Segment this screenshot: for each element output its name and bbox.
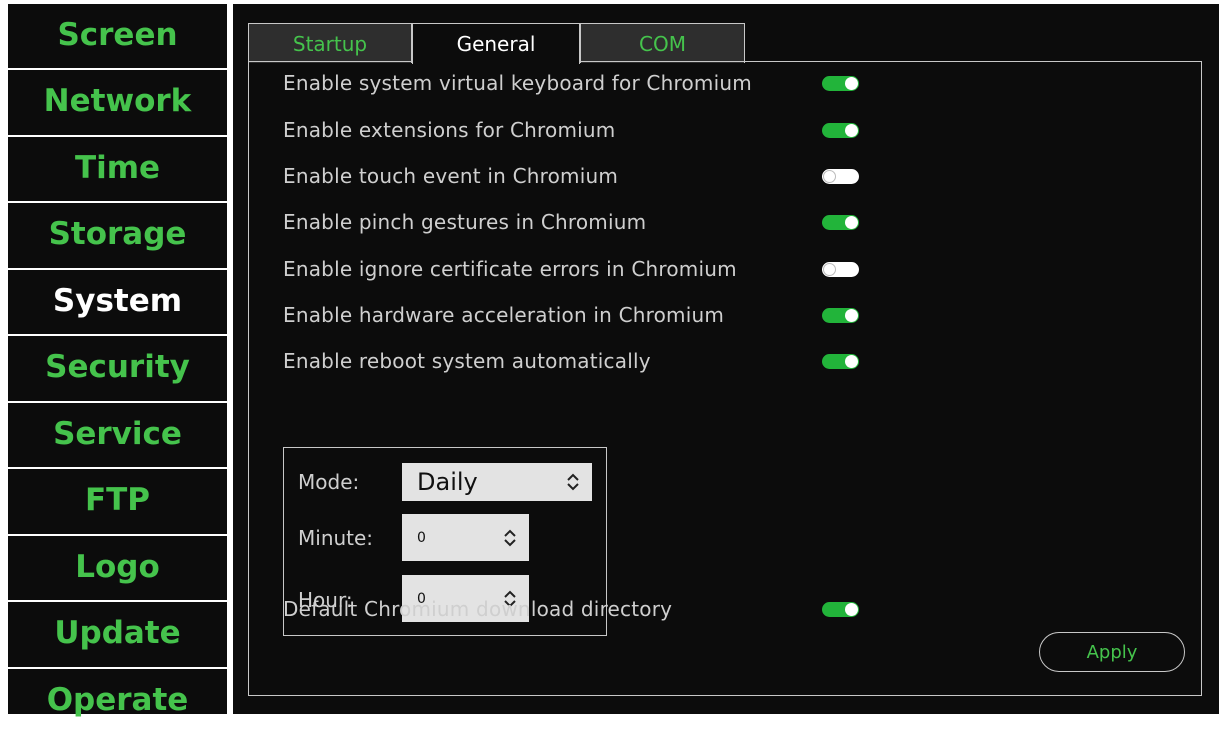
sidebar-item-service[interactable]: Service bbox=[8, 401, 227, 465]
sidebar-item-network[interactable]: Network bbox=[8, 68, 227, 132]
sidebar-item-time[interactable]: Time bbox=[8, 135, 227, 199]
sidebar-item-security[interactable]: Security bbox=[8, 334, 227, 398]
toggle-knob bbox=[845, 124, 858, 137]
updown-chevron-icon bbox=[562, 469, 584, 495]
option-label-hw-acceleration: Enable hardware acceleration in Chromium bbox=[283, 303, 725, 327]
updown-chevron-icon bbox=[499, 525, 521, 551]
mode-label: Mode: bbox=[298, 470, 360, 494]
sidebar-item-system[interactable]: System bbox=[8, 268, 227, 332]
toggle-knob bbox=[845, 216, 858, 229]
toggle-knob bbox=[845, 603, 858, 616]
option-label-pinch-gestures: Enable pinch gestures in Chromium bbox=[283, 210, 647, 234]
option-label-virtual-keyboard: Enable system virtual keyboard for Chrom… bbox=[283, 71, 752, 95]
minute-label: Minute: bbox=[298, 526, 374, 550]
toggle-virtual-keyboard[interactable] bbox=[822, 76, 859, 91]
toggle-touch-event[interactable] bbox=[822, 169, 859, 184]
toggle-knob bbox=[823, 263, 836, 276]
toggle-knob bbox=[845, 355, 858, 368]
minute-spinbox[interactable]: 0 bbox=[402, 514, 529, 561]
minute-value: 0 bbox=[417, 529, 426, 546]
apply-button[interactable]: Apply bbox=[1039, 632, 1185, 672]
sidebar-item-logo[interactable]: Logo bbox=[8, 534, 227, 598]
mode-value: Daily bbox=[417, 468, 478, 496]
option-label-auto-reboot: Enable reboot system automatically bbox=[283, 349, 651, 373]
sidebar-item-screen[interactable]: Screen bbox=[8, 2, 227, 66]
option-label-download-dir: Default Chromium download directory bbox=[283, 597, 673, 621]
toggle-knob bbox=[823, 170, 836, 183]
toggle-download-dir[interactable] bbox=[822, 602, 859, 617]
toggle-auto-reboot[interactable] bbox=[822, 354, 859, 369]
sidebar-item-storage[interactable]: Storage bbox=[8, 201, 227, 265]
toggle-knob bbox=[845, 77, 858, 90]
main-content: Startup General COM Enable system virtua… bbox=[233, 4, 1219, 714]
sidebar-item-ftp[interactable]: FTP bbox=[8, 467, 227, 531]
option-label-touch-event: Enable touch event in Chromium bbox=[283, 164, 619, 188]
toggle-extensions[interactable] bbox=[822, 123, 859, 138]
toggle-knob bbox=[845, 309, 858, 322]
tab-startup[interactable]: Startup bbox=[248, 23, 412, 63]
option-label-ignore-cert-errors: Enable ignore certificate errors in Chro… bbox=[283, 257, 737, 281]
option-label-extensions: Enable extensions for Chromium bbox=[283, 118, 616, 142]
tab-com[interactable]: COM bbox=[580, 23, 745, 63]
sidebar-nav: Screen Network Time Storage System Secur… bbox=[8, 2, 227, 718]
toggle-ignore-cert-errors[interactable] bbox=[822, 262, 859, 277]
sidebar-item-update[interactable]: Update bbox=[8, 600, 227, 664]
sidebar-item-operate[interactable]: Operate bbox=[8, 667, 227, 731]
toggle-pinch-gestures[interactable] bbox=[822, 215, 859, 230]
general-settings-panel: Enable system virtual keyboard for Chrom… bbox=[248, 61, 1202, 696]
toggle-hw-acceleration[interactable] bbox=[822, 308, 859, 323]
tab-general[interactable]: General bbox=[412, 23, 580, 64]
mode-select[interactable]: Daily bbox=[402, 463, 592, 501]
